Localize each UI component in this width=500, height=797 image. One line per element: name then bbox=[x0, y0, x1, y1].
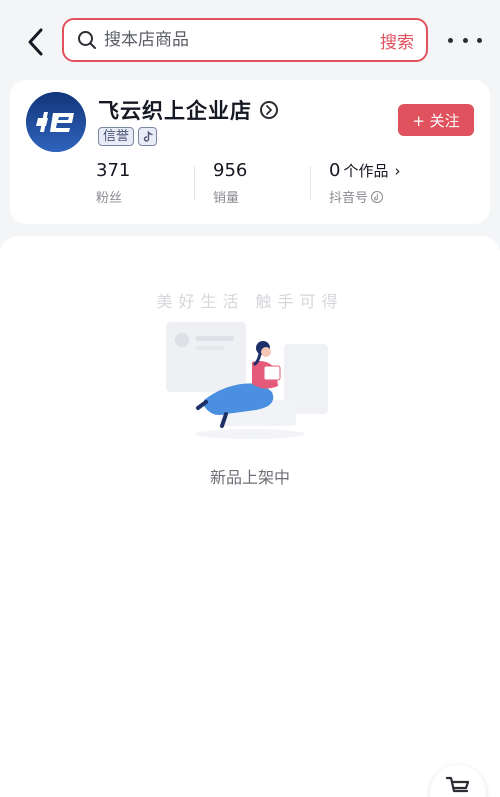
shop-badges: 信誉 bbox=[98, 127, 158, 146]
stat-divider bbox=[194, 166, 195, 200]
sales-label-text: 销量 bbox=[213, 191, 240, 206]
more-button[interactable] bbox=[448, 28, 482, 52]
stat-sales[interactable]: 956 销量 bbox=[213, 160, 247, 206]
back-button[interactable] bbox=[16, 22, 56, 62]
shop-stats: 371 粉丝 956 销量 0 个作品 › 抖音号 bbox=[10, 160, 490, 210]
slogan: 美好生活 触手可得 bbox=[156, 292, 344, 311]
tiktok-badge-icon bbox=[138, 127, 158, 146]
fans-value: 371 bbox=[96, 160, 131, 181]
empty-state-illustration bbox=[166, 322, 328, 439]
fans-label: 粉丝 bbox=[96, 187, 130, 206]
works-label: 抖音号 bbox=[329, 187, 400, 206]
shop-name: 飞云织上企业店 bbox=[98, 99, 252, 123]
product-content: 美好生活 触手可得 新品上架中 bbox=[0, 236, 500, 797]
stat-divider bbox=[310, 166, 311, 200]
fans-label-text: 粉丝 bbox=[96, 191, 123, 206]
search-icon bbox=[76, 29, 98, 51]
search-input[interactable] bbox=[98, 20, 368, 60]
shop-logo[interactable] bbox=[26, 92, 86, 152]
top-bar: 搜索 bbox=[0, 0, 500, 84]
fans-count: 371 bbox=[96, 160, 130, 181]
follow-button[interactable]: + 关注 bbox=[398, 104, 474, 136]
sales-count: 956 bbox=[213, 160, 247, 181]
cart-icon bbox=[445, 776, 470, 793]
sales-label: 销量 bbox=[213, 187, 247, 206]
shop-logo-graphic bbox=[26, 92, 86, 152]
works-value: 0 bbox=[329, 160, 341, 181]
more-icon-dot bbox=[477, 37, 482, 43]
stat-works[interactable]: 0 个作品 › 抖音号 bbox=[329, 160, 400, 206]
sales-value: 956 bbox=[213, 160, 248, 181]
shop-name-row[interactable]: 飞云织上企业店 bbox=[98, 96, 278, 124]
more-icon-dot bbox=[448, 37, 453, 43]
chevron-right-icon: › bbox=[394, 162, 401, 180]
tiktok-icon bbox=[371, 190, 384, 203]
works-label-text: 抖音号 bbox=[329, 191, 369, 206]
chevron-right-circle-icon bbox=[260, 101, 278, 119]
search-button[interactable]: 搜索 bbox=[368, 28, 426, 53]
chevron-left-icon bbox=[28, 28, 43, 56]
search-box[interactable]: 搜索 bbox=[62, 18, 428, 62]
works-count: 0 个作品 › bbox=[329, 160, 400, 181]
shop-card: 飞云织上企业店 信誉 + 关注 371 粉丝 956 销量 0 个作品 › 抖音… bbox=[10, 80, 490, 224]
works-unit: 个作品 bbox=[343, 162, 389, 180]
more-icon-dot bbox=[462, 37, 468, 43]
credit-badge: 信誉 bbox=[98, 127, 135, 146]
empty-state-text: 新品上架中 bbox=[209, 468, 290, 487]
stat-fans[interactable]: 371 粉丝 bbox=[96, 160, 130, 206]
